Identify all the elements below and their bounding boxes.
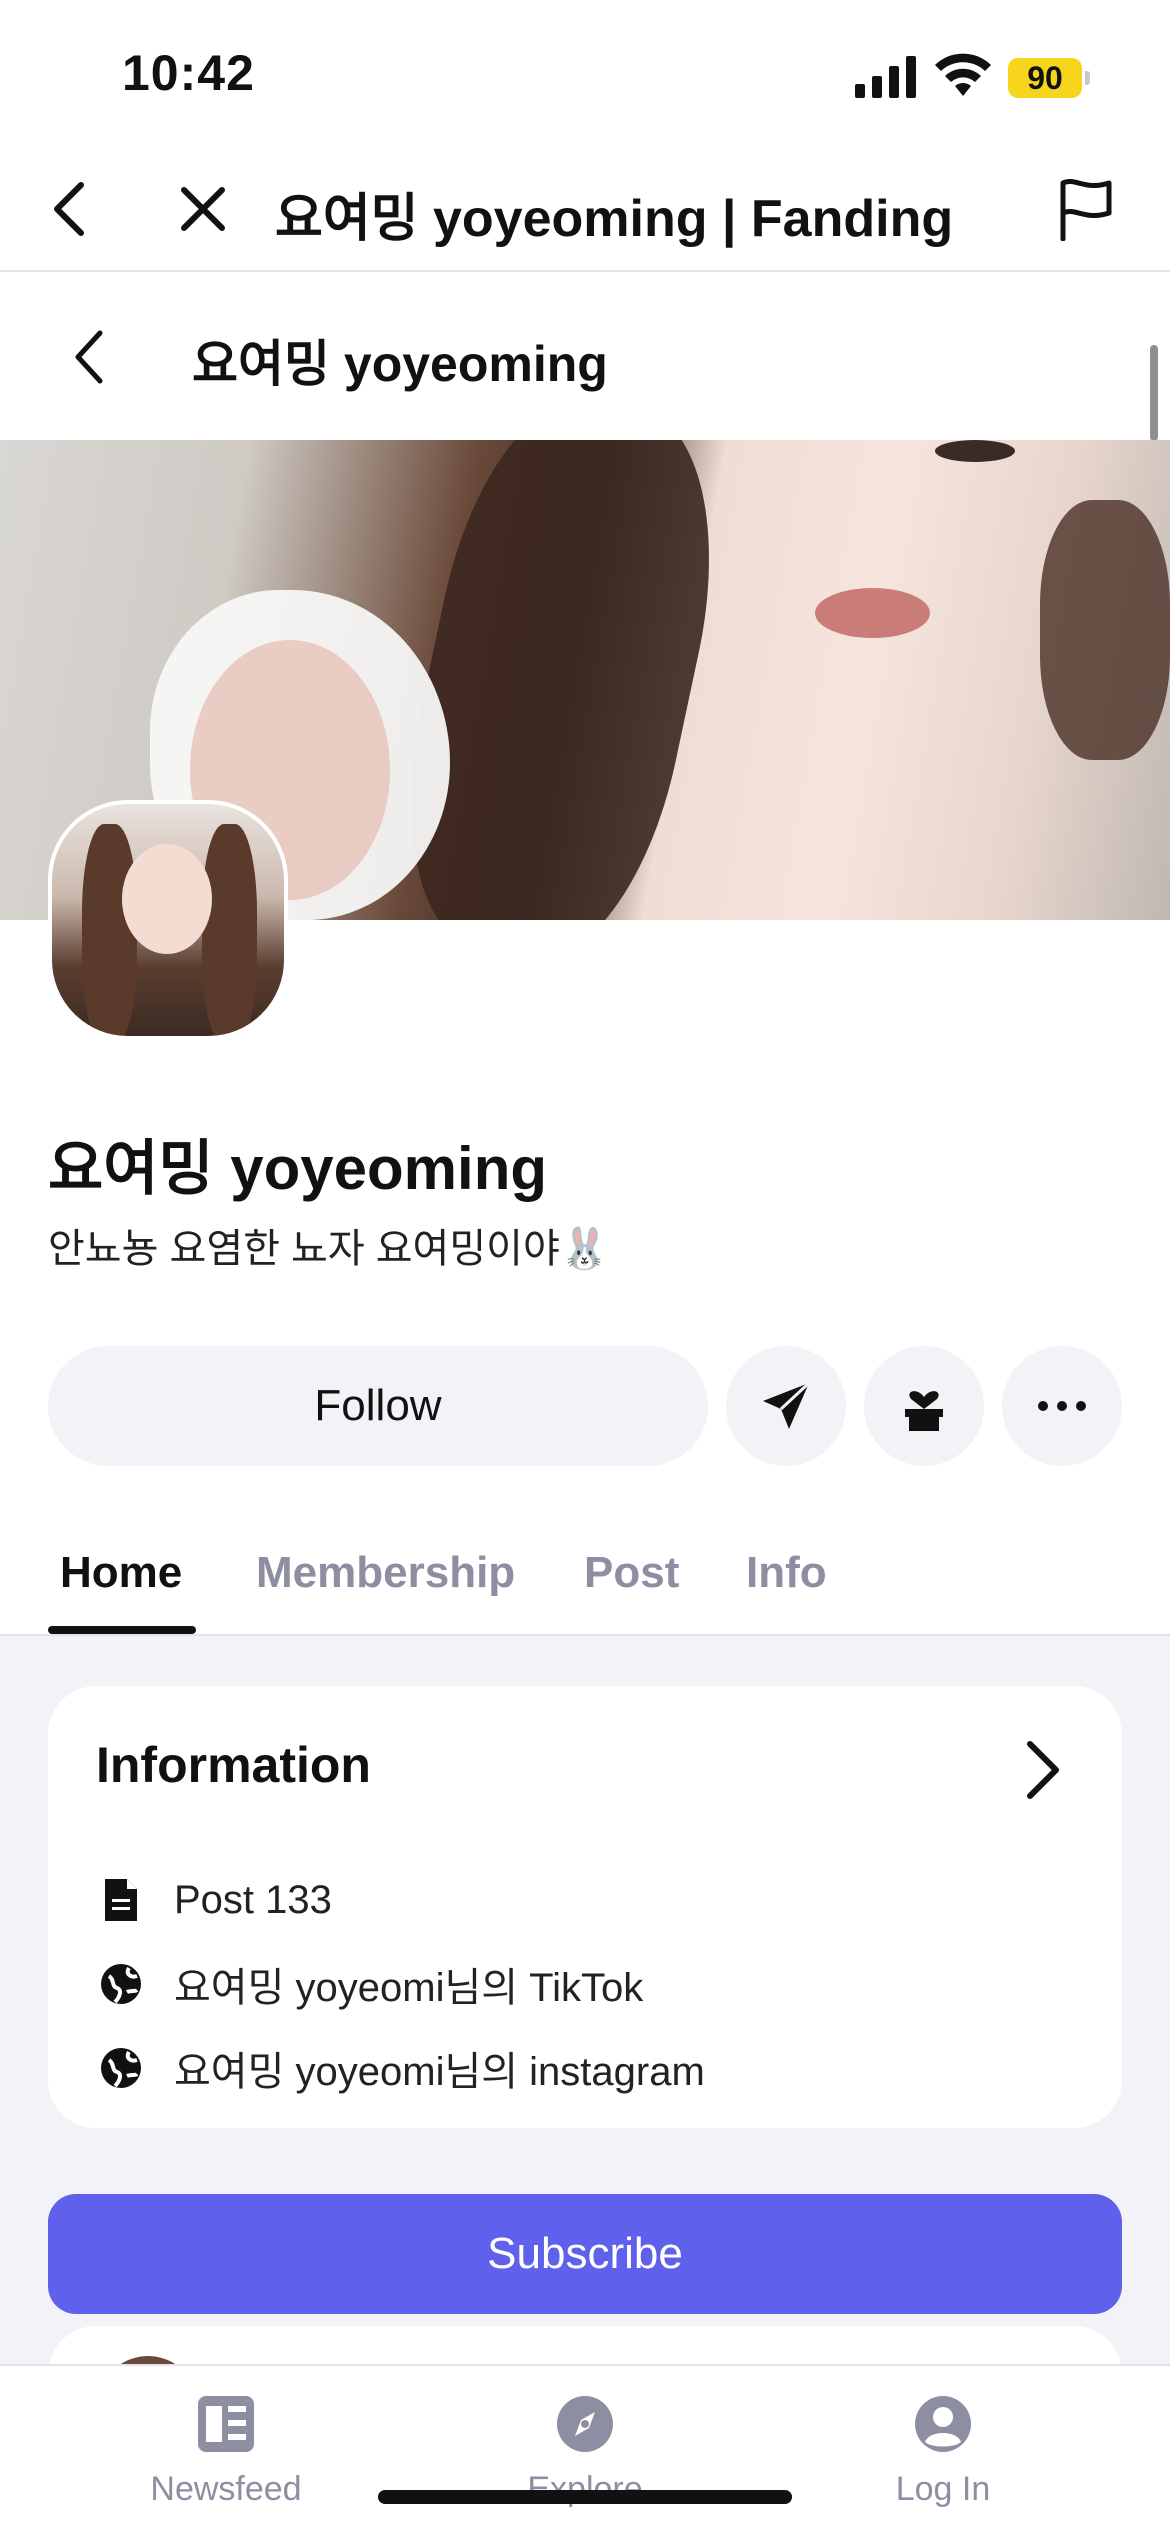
browser-close-button[interactable] bbox=[170, 176, 236, 242]
message-button[interactable] bbox=[726, 1346, 846, 1466]
close-icon bbox=[181, 187, 225, 231]
tab-info[interactable]: Info bbox=[746, 1548, 827, 1598]
send-icon bbox=[763, 1381, 811, 1429]
document-icon bbox=[96, 1875, 146, 1925]
info-row-tiktok[interactable]: 요여밍 yoyeomi님의 TikTok bbox=[96, 1954, 643, 2014]
avatar-hair-shape bbox=[82, 824, 137, 1036]
newsfeed-icon bbox=[194, 2392, 258, 2456]
cover-eye-shape bbox=[935, 440, 1015, 462]
info-row-instagram[interactable]: 요여밍 yoyeomi님의 instagram bbox=[96, 2038, 705, 2098]
chevron-left-icon bbox=[75, 330, 103, 384]
battery-level: 90 bbox=[1008, 58, 1082, 98]
flag-icon bbox=[1060, 179, 1112, 241]
subscribe-button[interactable]: Subscribe bbox=[48, 2194, 1122, 2314]
more-options-button[interactable] bbox=[1002, 1346, 1122, 1466]
info-row-text: Post 133 bbox=[174, 1877, 332, 1922]
page-title: 요여밍 yoyeoming bbox=[192, 336, 608, 392]
profile-name: 요여밍 yoyeoming bbox=[48, 1135, 547, 1202]
cover-hair-shape bbox=[1040, 500, 1170, 760]
nav-label: Newsfeed bbox=[150, 2470, 302, 2508]
nav-login[interactable]: Log In bbox=[823, 2392, 1063, 2509]
globe-icon bbox=[96, 2043, 146, 2093]
chevron-right-icon[interactable] bbox=[1008, 1730, 1078, 1810]
report-button[interactable] bbox=[1050, 174, 1120, 244]
active-tab-indicator bbox=[48, 1626, 196, 1634]
home-indicator bbox=[378, 2490, 792, 2504]
gift-heart-icon bbox=[905, 1391, 943, 1431]
info-row-text: 요여밍 yoyeomi님의 TikTok bbox=[174, 1966, 644, 2010]
nav-label: Log In bbox=[895, 2470, 991, 2508]
info-row-posts[interactable]: Post 133 bbox=[96, 1870, 332, 1930]
scrollbar[interactable] bbox=[1150, 345, 1158, 441]
explore-icon bbox=[553, 2392, 617, 2456]
information-card[interactable]: Information Post 133 요여밍 yoyeomi님의 TikTo… bbox=[48, 1686, 1122, 2128]
profile-tabs: Home Membership Post Info bbox=[0, 1526, 1170, 1636]
battery-cap bbox=[1085, 71, 1090, 85]
page-header: 요여밍 yoyeoming bbox=[0, 274, 1170, 440]
follow-button[interactable]: Follow bbox=[48, 1346, 708, 1466]
globe-icon bbox=[96, 1959, 146, 2009]
browser-page-title: 요여밍 yoyeoming | Fanding bbox=[275, 190, 954, 248]
profile-avatar[interactable] bbox=[48, 800, 288, 1040]
tab-post[interactable]: Post bbox=[584, 1548, 679, 1598]
status-time: 10:42 bbox=[122, 45, 255, 101]
user-icon bbox=[911, 2392, 975, 2456]
status-bar: 10:42 90 bbox=[0, 0, 1170, 150]
info-row-text: 요여밍 yoyeomi님의 instagram bbox=[174, 2050, 705, 2094]
avatar-hair-shape bbox=[202, 824, 257, 1036]
browser-back-button[interactable] bbox=[36, 176, 102, 242]
battery-indicator: 90 bbox=[1008, 58, 1090, 98]
information-title: Information bbox=[96, 1737, 371, 1793]
nav-newsfeed[interactable]: Newsfeed bbox=[106, 2392, 346, 2509]
cover-lips-shape bbox=[815, 588, 930, 638]
tab-home[interactable]: Home bbox=[60, 1548, 182, 1598]
cellular-signal-icon bbox=[855, 56, 916, 98]
bottom-tab-bar: Newsfeed Explore Log In bbox=[0, 2364, 1170, 2532]
page-back-button[interactable] bbox=[58, 324, 118, 390]
wifi-icon bbox=[935, 53, 991, 96]
more-horizontal-icon bbox=[1038, 1401, 1086, 1411]
chevron-left-icon bbox=[54, 182, 84, 236]
avatar-face-shape bbox=[122, 844, 212, 954]
tab-membership[interactable]: Membership bbox=[256, 1548, 515, 1598]
gift-button[interactable] bbox=[864, 1346, 984, 1466]
browser-toolbar: 요여밍 yoyeoming | Fanding bbox=[0, 150, 1170, 272]
profile-bio: 안뇨뇽 요염한 뇨자 요여밍이야🐰 bbox=[48, 1227, 610, 1271]
